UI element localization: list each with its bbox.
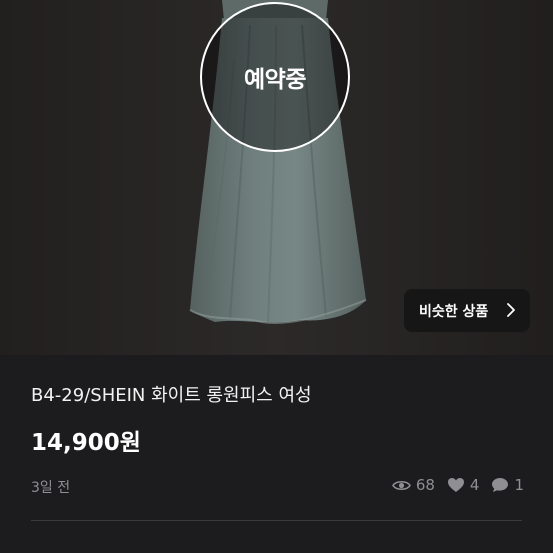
like-count[interactable]: 4 bbox=[447, 476, 480, 494]
chat-count: 1 bbox=[491, 476, 524, 494]
divider bbox=[31, 520, 522, 521]
chat-bubble-icon bbox=[492, 478, 509, 492]
product-title: B4-29/SHEIN 화이트 롱원피스 여성 bbox=[31, 385, 312, 406]
eye-icon bbox=[391, 480, 411, 490]
product-stats: 68 4 1 bbox=[380, 476, 524, 494]
product-photo[interactable]: 예약중 비슷한 상품 bbox=[0, 0, 553, 355]
reserved-label: 예약중 bbox=[244, 67, 306, 93]
like-count-value: 4 bbox=[469, 476, 480, 494]
product-price: 14,900원 bbox=[31, 430, 141, 456]
similar-products-button[interactable]: 비슷한 상품 bbox=[404, 289, 530, 332]
view-count-value: 68 bbox=[415, 476, 435, 494]
chat-count-value: 1 bbox=[514, 476, 524, 494]
reserved-badge: 예약중 bbox=[200, 2, 350, 152]
chevron-right-icon bbox=[507, 303, 515, 317]
heart-icon bbox=[447, 478, 464, 492]
similar-products-label: 비슷한 상품 bbox=[419, 303, 489, 320]
product-info: B4-29/SHEIN 화이트 롱원피스 여성 14,900원 3일 전 68 … bbox=[0, 355, 553, 553]
view-count: 68 bbox=[391, 476, 435, 494]
posted-time: 3일 전 bbox=[31, 480, 71, 496]
